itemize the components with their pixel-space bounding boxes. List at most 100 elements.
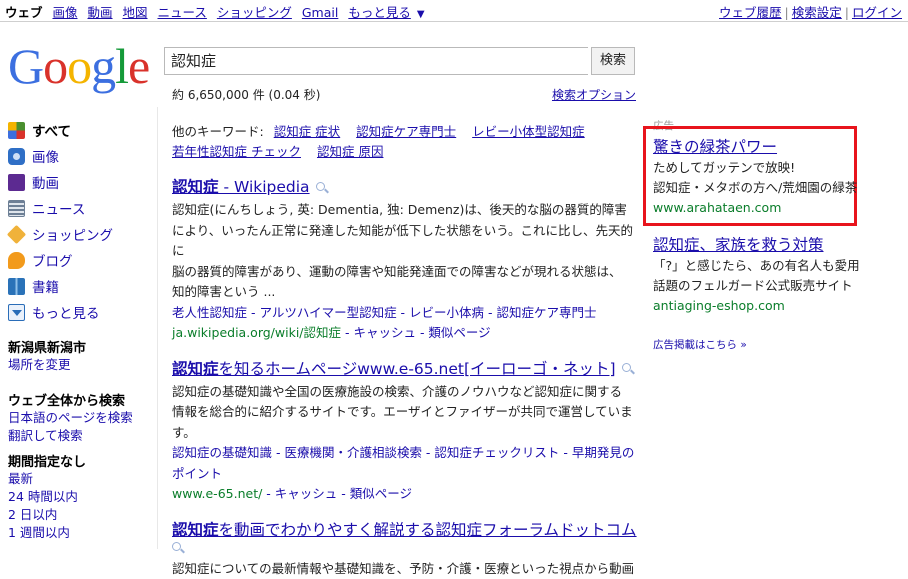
time-latest-link[interactable]: 最新: [8, 470, 148, 488]
snippet-line: 認知症の基礎知識や全国の医療施設の検索、介護のノウハウなど認知症に関する: [172, 382, 642, 403]
search-settings-link[interactable]: 検索設定: [792, 5, 842, 20]
scope-heading[interactable]: ウェブ全体から検索: [8, 390, 148, 409]
search-input[interactable]: 認知症: [164, 47, 588, 75]
result-sitelinks[interactable]: ポイント: [172, 464, 642, 485]
time-2d-link[interactable]: 2 日以内: [8, 506, 148, 524]
ad-line: ためしてガッテンで放映!: [653, 158, 863, 178]
snippet-line: 認知症(にんちしょう, 英: Dementia, 独: Demenz)は、後天的…: [172, 200, 642, 221]
result-sitelinks[interactable]: 認知症の基礎知識 - 医療機関・介護相談検索 - 認知症チェックリスト - 早期…: [172, 443, 642, 464]
sidebar-item-label: ショッピング: [32, 224, 113, 244]
snippet-line: により、いったん正常に発達した知能が低下した状態をいう。これに比し、先天的に: [172, 221, 642, 262]
sidebar-item-label: 画像: [32, 146, 59, 166]
japanese-pages-link[interactable]: 日本語のページを検索: [8, 409, 148, 427]
ad-item: 驚きの緑茶パワー ためしてガッテンで放映! 認知症・メタボの方へ/荒畑園の緑茶 …: [653, 136, 863, 218]
ad-title-link[interactable]: 驚きの緑茶パワー: [653, 136, 863, 158]
time-section: 期間指定なし 最新 24 時間以内 2 日以内 1 週間以内: [8, 451, 148, 542]
top-bar: ウェブ 画像 動画 地図 ニュース ショッピング Gmail もっと見る ▼ ウ…: [0, 0, 908, 22]
related-link[interactable]: 認知症 症状: [274, 124, 340, 139]
sidebar-item-shopping[interactable]: ショッピング: [8, 221, 148, 247]
title-text: を動画でわかりやすく解説する認知症フォーラムドットコム: [219, 521, 637, 539]
top-nav-more[interactable]: もっと見る: [348, 5, 411, 20]
related-label: 他のキーワード:: [172, 124, 264, 139]
sidebar-item-books[interactable]: 書籍: [8, 273, 148, 299]
search-button[interactable]: 検索: [591, 47, 635, 75]
logo-letter: e: [128, 37, 149, 95]
left-sidebar: すべて 画像 動画 ニュース ショッピング ブログ 書籍 もっと見る 新潟県新潟…: [8, 117, 148, 542]
login-link[interactable]: ログイン: [852, 5, 902, 20]
top-nav-shopping[interactable]: ショッピング: [217, 5, 292, 20]
cache-similar-links[interactable]: - キャッシュ - 類似ページ: [341, 325, 491, 340]
sidebar-item-label: 書籍: [32, 276, 59, 296]
chevron-down-icon[interactable]: ▼: [417, 9, 425, 20]
sidebar-item-label: 動画: [32, 172, 59, 192]
time-1w-link[interactable]: 1 週間以内: [8, 524, 148, 542]
web-history-link[interactable]: ウェブ履歴: [719, 5, 782, 20]
result-snippet: 認知症の基礎知識や全国の医療施設の検索、介護のノウハウなど認知症に関する 情報を…: [172, 382, 642, 444]
sidebar-item-more[interactable]: もっと見る: [8, 299, 148, 325]
result-url-line: www.e-65.net/ - キャッシュ - 類似ページ: [172, 484, 642, 505]
ad-line: 話題のフェルガード公式販売サイト: [653, 276, 873, 296]
top-nav-maps[interactable]: 地図: [123, 5, 148, 20]
logo-letter: o: [43, 37, 67, 95]
preview-magnifier-icon[interactable]: [316, 182, 328, 194]
translate-search-link[interactable]: 翻訳して検索: [8, 427, 148, 445]
result-title-link[interactable]: 認知症を知るホームページwww.e-65.net[イーローゴ・ネット]: [172, 358, 642, 380]
logo-letter: o: [67, 37, 91, 95]
separator: |: [785, 5, 789, 20]
search-options-link[interactable]: 検索オプション: [552, 86, 636, 103]
top-nav: ウェブ 画像 動画 地図 ニュース ショッピング Gmail もっと見る ▼: [5, 2, 431, 21]
sidebar-item-images[interactable]: 画像: [8, 143, 148, 169]
logo-letter: l: [115, 37, 128, 95]
location-heading: 新潟県新潟市: [8, 337, 148, 356]
snippet-line: 脳の器質的障害があり、運動の障害や知能発達面での障害などが現れる状態は、: [172, 262, 642, 283]
scope-section: ウェブ全体から検索 日本語のページを検索 翻訳して検索: [8, 390, 148, 445]
result-sitelinks[interactable]: 老人性認知症 - アルツハイマー型認知症 - レビー小体病 - 認知症ケア専門士: [172, 303, 642, 324]
more-down-icon: [8, 304, 25, 321]
sidebar-item-videos[interactable]: 動画: [8, 169, 148, 195]
time-heading[interactable]: 期間指定なし: [8, 451, 148, 470]
sidebar-item-label: ブログ: [32, 250, 73, 270]
snippet-line: 情報を総合的に紹介するサイトです。エーザイとファイザーが共同で運営しています。: [172, 402, 642, 443]
title-text: - Wikipedia: [219, 178, 310, 196]
logo-letter: G: [8, 37, 43, 95]
top-nav-videos[interactable]: 動画: [88, 5, 113, 20]
top-right-links: ウェブ履歴|検索設定|ログイン: [719, 2, 902, 21]
related-link[interactable]: 認知症 原因: [317, 144, 383, 159]
ad-line: 認知症・メタボの方へ/荒畑園の緑茶: [653, 178, 863, 198]
ad-url: antiaging-eshop.com: [653, 296, 873, 316]
result-title-link[interactable]: 認知症 - Wikipedia: [172, 176, 642, 198]
video-icon: [8, 174, 25, 191]
ad-url: www.arahataen.com: [653, 198, 863, 218]
sidebar-item-news[interactable]: ニュース: [8, 195, 148, 221]
result-url: ja.wikipedia.org/wiki/認知症: [172, 325, 341, 340]
top-nav-web[interactable]: ウェブ: [5, 5, 43, 20]
related-link[interactable]: 若年性認知症 チェック: [172, 144, 301, 159]
result-url: www.e-65.net/: [172, 486, 262, 501]
camera-icon: [8, 148, 25, 165]
sidebar-item-label: すべて: [32, 120, 71, 140]
cache-similar-links[interactable]: - キャッシュ - 類似ページ: [262, 486, 412, 501]
preview-magnifier-icon[interactable]: [622, 363, 634, 375]
result-title-link[interactable]: 認知症を動画でわかりやすく解説する認知症フォーラムドットコム: [172, 519, 642, 541]
change-location-link[interactable]: 場所を変更: [8, 356, 148, 374]
separator: |: [845, 5, 849, 20]
related-link[interactable]: レビー小体型認知症: [472, 124, 585, 139]
ad-title-link[interactable]: 認知症、家族を救う対策: [653, 234, 873, 256]
advertise-here-link[interactable]: 広告掲載はこちら »: [653, 337, 747, 352]
title-text: を知るホームページwww.e-65.net[イーローゴ・ネット]: [219, 360, 616, 378]
result-url-line: ja.wikipedia.org/wiki/認知症 - キャッシュ - 類似ペー…: [172, 323, 642, 344]
ad-item: 認知症、家族を救う対策 「?」と感じたら、あの有名人も愛用 話題のフェルガード公…: [653, 234, 873, 316]
preview-magnifier-icon[interactable]: [172, 542, 184, 554]
title-keyword: 認知症: [172, 360, 219, 378]
top-nav-news[interactable]: ニュース: [158, 5, 207, 20]
news-icon: [8, 200, 25, 217]
sidebar-item-blogs[interactable]: ブログ: [8, 247, 148, 273]
top-nav-gmail[interactable]: Gmail: [302, 5, 338, 20]
sidebar-item-all[interactable]: すべて: [8, 117, 148, 143]
results-column: 他のキーワード: 認知症 症状 認知症ケア専門士 レビー小体型認知症 若年性認知…: [172, 122, 642, 579]
time-24h-link[interactable]: 24 時間以内: [8, 488, 148, 506]
result-stats: 約 6,650,000 件 (0.04 秒): [172, 86, 320, 103]
top-nav-images[interactable]: 画像: [53, 5, 78, 20]
related-link[interactable]: 認知症ケア専門士: [356, 124, 456, 139]
google-logo[interactable]: Google: [8, 37, 149, 95]
